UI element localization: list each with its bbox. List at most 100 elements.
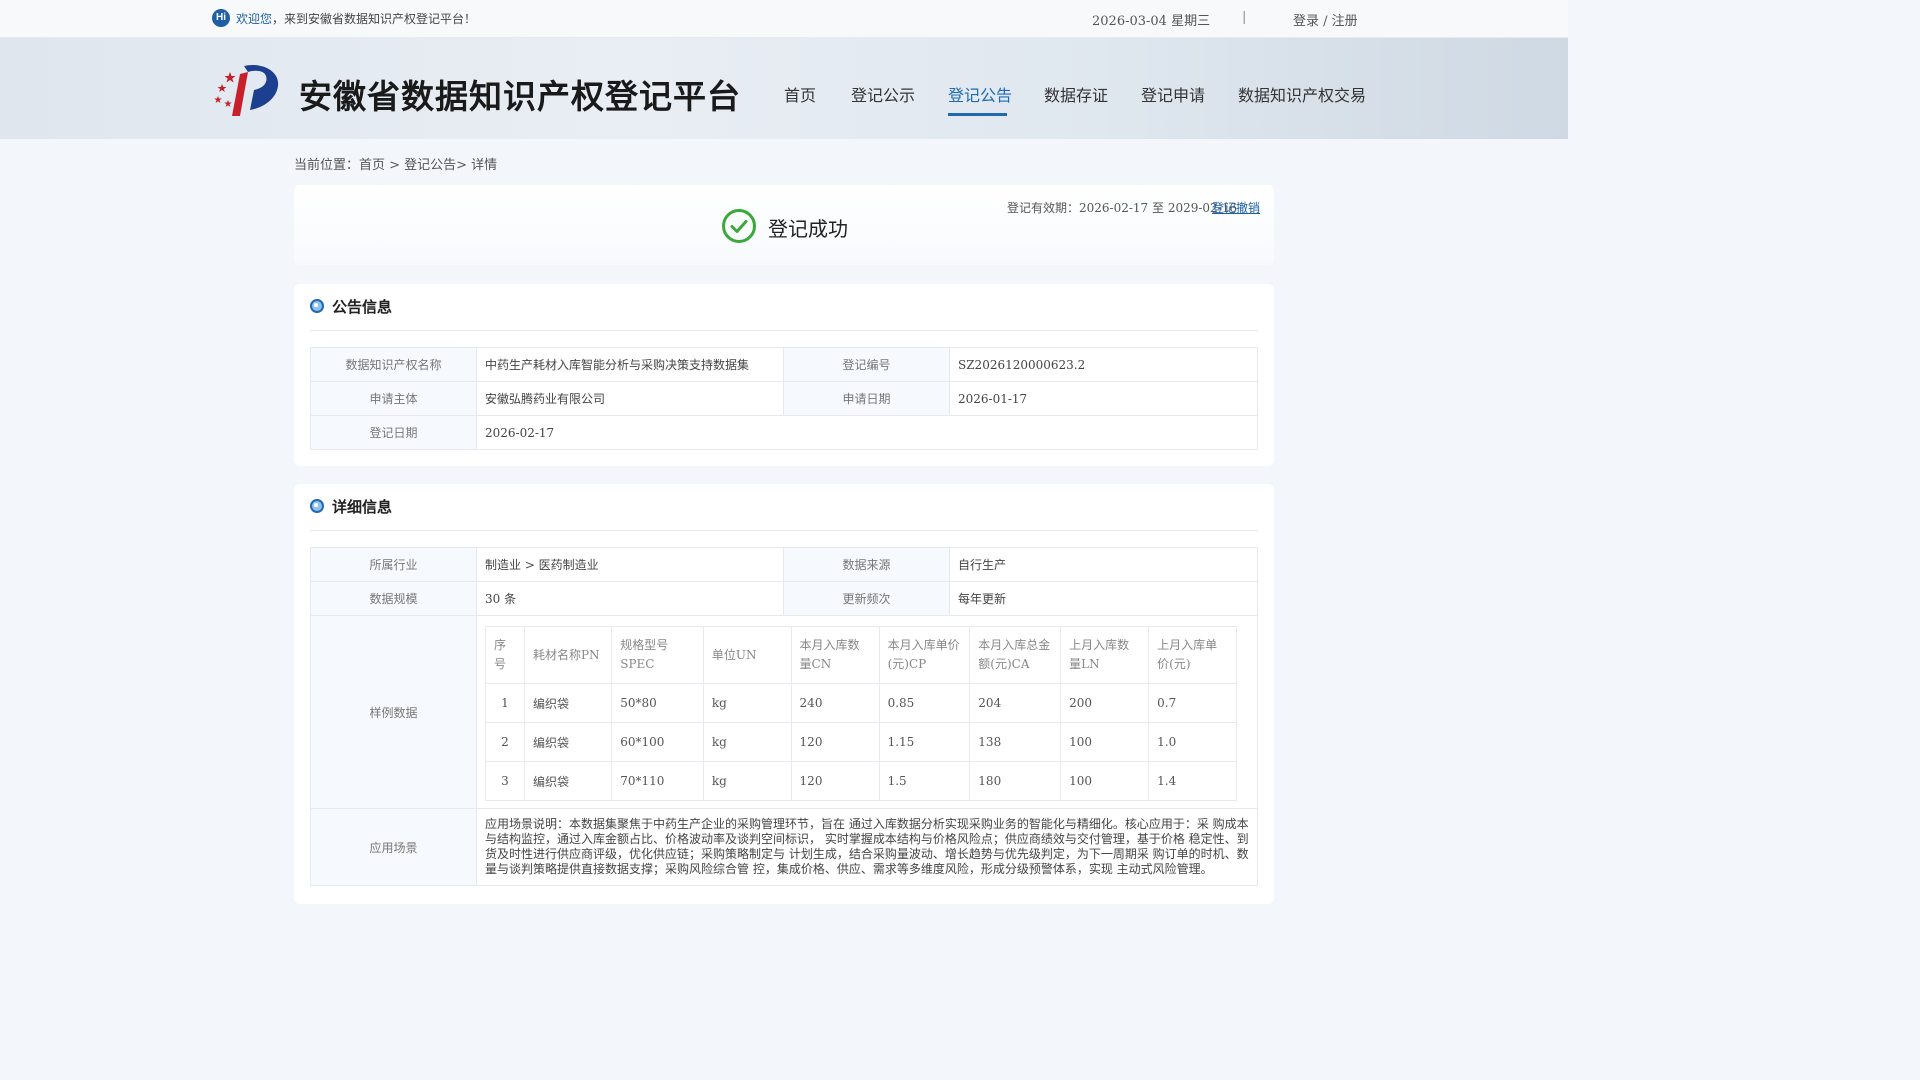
- field-label: 数据规模: [310, 581, 477, 616]
- table-row: 应用场景 应用场景说明：本数据集聚焦于中药生产企业的采购管理环节，旨在 通过入库…: [310, 808, 1258, 886]
- column-header: 规格型号SPEC: [611, 626, 704, 684]
- sample-table-scroll[interactable]: 序号 耗材名称PN 规格型号SPEC 单位UN 本月入库数量CN 本月入库单价(…: [485, 626, 1237, 802]
- logo-icon: [214, 64, 279, 116]
- cell: 200: [1060, 683, 1150, 723]
- sample-row: 2 编织袋 60*100 kg 120 1.15 138 100 1.0: [485, 722, 1237, 762]
- status-card: 登记成功 登记有效期：2026-02-17 至 2029-02-16 登记撤销: [294, 185, 1274, 265]
- section-bullet-icon: [310, 499, 324, 513]
- cell: 50*80: [611, 683, 704, 723]
- field-value: 中药生产耗材入库智能分析与采购决策支持数据集: [476, 347, 784, 382]
- cell: 0.85: [878, 683, 971, 723]
- field-value: 2026-01-17: [949, 381, 1258, 416]
- detail-table: 所属行业 制造业 > 医药制造业 数据来源 自行生产 数据规模 30 条 更新频…: [310, 547, 1258, 886]
- cell: 1.0: [1148, 722, 1237, 762]
- login-register-link[interactable]: 登录 / 注册: [1293, 10, 1358, 29]
- nav-registration-announcement[interactable]: 登记公告: [948, 82, 1012, 106]
- cell: 100: [1060, 722, 1150, 762]
- divider: |: [1242, 10, 1247, 25]
- nav-data-evidence[interactable]: 数据存证: [1044, 82, 1108, 106]
- section-title: 公告信息: [332, 298, 393, 316]
- table-row: 所属行业 制造业 > 医药制造业 数据来源 自行生产: [310, 547, 1258, 582]
- cell: 120: [790, 722, 880, 762]
- application-scene-text: 应用场景说明：本数据集聚焦于中药生产企业的采购管理环节，旨在 通过入库数据分析实…: [476, 808, 1258, 886]
- site-header: 安徽省数据知识产权登记平台 首页 登记公示 登记公告 数据存证 登记申请 数据知…: [0, 38, 1568, 139]
- field-value: 2026-02-17: [476, 415, 1258, 450]
- section-bullet-icon: [310, 299, 324, 313]
- section-header: 详细信息: [310, 496, 1258, 531]
- cell: 240: [790, 683, 880, 723]
- column-header: 上月入库数量LN: [1060, 626, 1150, 684]
- nav-registration-apply[interactable]: 登记申请: [1141, 82, 1205, 106]
- cell: 60*100: [611, 722, 704, 762]
- success-check-icon: [722, 209, 756, 243]
- field-value: 自行生产: [949, 547, 1258, 582]
- field-label: 数据来源: [783, 547, 950, 582]
- sample-header-row: 序号 耗材名称PN 规格型号SPEC 单位UN 本月入库数量CN 本月入库单价(…: [485, 626, 1237, 684]
- cell: 0.7: [1148, 683, 1237, 723]
- column-header: 本月入库总金额(元)CA: [969, 626, 1062, 684]
- column-header: 本月入库单价(元)CP: [878, 626, 971, 684]
- cell: 1: [485, 683, 525, 723]
- field-label: 更新频次: [783, 581, 950, 616]
- current-date: 2026-03-04 星期三: [1092, 14, 1211, 29]
- table-row: 数据知识产权名称 中药生产耗材入库智能分析与采购决策支持数据集 登记编号 SZ2…: [310, 347, 1258, 382]
- nav-home[interactable]: 首页: [784, 82, 816, 106]
- table-row: 登记日期 2026-02-17: [310, 415, 1258, 450]
- top-bar: Hi 欢迎您，来到安徽省数据知识产权登记平台！ 2026-03-04 星期三 |…: [0, 0, 1568, 38]
- announcement-card: 公告信息 数据知识产权名称 中药生产耗材入库智能分析与采购决策支持数据集 登记编…: [294, 284, 1274, 466]
- announcement-table: 数据知识产权名称 中药生产耗材入库智能分析与采购决策支持数据集 登记编号 SZ2…: [310, 347, 1258, 450]
- table-row: 数据规模 30 条 更新频次 每年更新: [310, 581, 1258, 616]
- cell: 3: [485, 761, 525, 801]
- cell: 1.4: [1148, 761, 1237, 801]
- field-label: 数据知识产权名称: [310, 347, 477, 382]
- welcome-text: 欢迎您，来到安徽省数据知识产权登记平台！: [236, 10, 476, 27]
- nav-registration-publicity[interactable]: 登记公示: [851, 82, 915, 106]
- column-header: 单位UN: [702, 626, 792, 684]
- field-label: 所属行业: [310, 547, 477, 582]
- table-row: 申请主体 安徽弘腾药业有限公司 申请日期 2026-01-17: [310, 381, 1258, 416]
- active-nav-indicator: [948, 113, 1007, 116]
- column-header: 上月入库单价(元): [1148, 626, 1237, 684]
- revoke-registration-link[interactable]: 登记撤销: [1212, 199, 1260, 216]
- field-value: 安徽弘腾药业有限公司: [476, 381, 784, 416]
- sample-table: 序号 耗材名称PN 规格型号SPEC 单位UN 本月入库数量CN 本月入库单价(…: [485, 626, 1237, 801]
- column-header: 序号: [485, 626, 525, 684]
- cell: 1.15: [878, 722, 971, 762]
- cell: 编织袋: [523, 761, 613, 801]
- cell: 70*110: [611, 761, 704, 801]
- cell: 1.5: [878, 761, 971, 801]
- breadcrumb: 当前位置：首页 > 登记公告> 详情: [294, 158, 498, 173]
- cell: 204: [969, 683, 1062, 723]
- cell: kg: [702, 761, 792, 801]
- cell: 编织袋: [523, 722, 613, 762]
- section-header: 公告信息: [310, 296, 1258, 331]
- welcome-prefix: 欢迎您: [236, 12, 273, 26]
- table-row: 样例数据 序号 耗材名称PN 规格型号SPEC 单位UN 本月入库数量CN 本月…: [310, 615, 1258, 809]
- cell: kg: [702, 683, 792, 723]
- welcome-suffix: ，来到安徽省数据知识产权登记平台！: [272, 12, 477, 26]
- detail-card: 详细信息 所属行业 制造业 > 医药制造业 数据来源 自行生产 数据规模 30 …: [294, 484, 1274, 904]
- field-value: SZ2026120000623.2: [949, 347, 1258, 382]
- hi-icon: Hi: [212, 9, 230, 27]
- field-label: 申请日期: [783, 381, 950, 416]
- cell: 100: [1060, 761, 1150, 801]
- section-title: 详细信息: [332, 498, 393, 516]
- column-header: 耗材名称PN: [523, 626, 613, 684]
- field-value: 制造业 > 医药制造业: [476, 547, 784, 582]
- sample-row: 3 编织袋 70*110 kg 120 1.5 180 100 1.4: [485, 761, 1237, 801]
- cell: 编织袋: [523, 683, 613, 723]
- sample-row: 1 编织袋 50*80 kg 240 0.85 204 200 0.7: [485, 683, 1237, 723]
- sample-data-cell: 序号 耗材名称PN 规格型号SPEC 单位UN 本月入库数量CN 本月入库单价(…: [476, 615, 1258, 809]
- cell: 138: [969, 722, 1062, 762]
- field-label: 登记日期: [310, 415, 477, 450]
- field-value: 每年更新: [949, 581, 1258, 616]
- field-label: 申请主体: [310, 381, 477, 416]
- field-value: 30 条: [476, 581, 784, 616]
- column-header: 本月入库数量CN: [790, 626, 880, 684]
- site-title: 安徽省数据知识产权登记平台: [299, 77, 741, 116]
- status-text: 登记成功: [768, 217, 848, 241]
- nav-ip-trading[interactable]: 数据知识产权交易: [1238, 82, 1366, 106]
- cell: 2: [485, 722, 525, 762]
- validity-period: 登记有效期：2026-02-17 至 2029-02-16: [1007, 201, 1238, 215]
- field-label: 登记编号: [783, 347, 950, 382]
